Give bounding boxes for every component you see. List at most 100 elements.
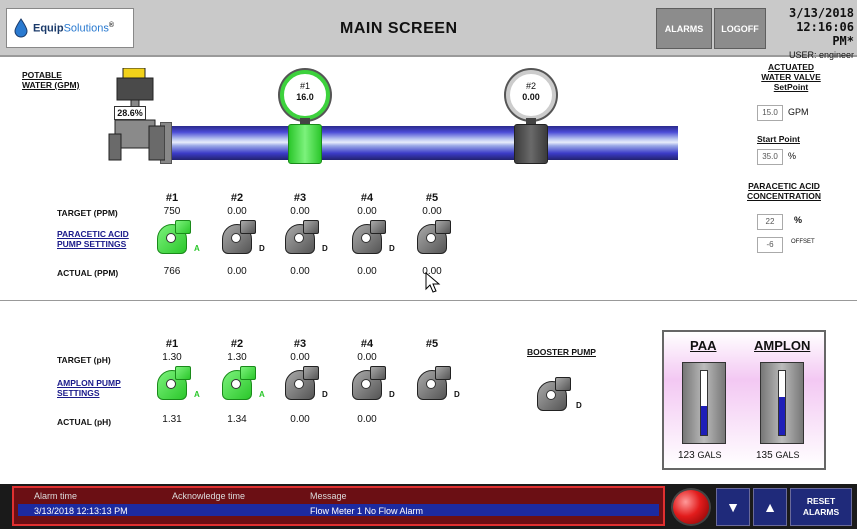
amplon-pump-4[interactable] [352,366,386,402]
alarm-col-ack: Acknowledge time [172,491,246,501]
section-divider [0,300,857,301]
actuated-valve-title: ACTUATED WATER VALVE SetPoint [746,62,836,92]
paa-pump-4-target[interactable]: 0.00 [347,206,387,217]
water-drop-icon [14,18,28,38]
paa-actual-label: ACTUAL (PPM) [57,268,119,278]
amplon-pump-2[interactable] [222,366,256,402]
amplon-pump-4-status: D [389,390,395,399]
paa-pump-settings-label[interactable]: PARACETIC ACID PUMP SETTINGS [57,229,129,249]
flow-meter-2[interactable]: #2 0.00 [506,70,556,120]
water-pipe [165,126,678,160]
paa-pump-3-number: #3 [293,192,307,204]
paa-offset-value[interactable]: -6 [757,237,783,253]
paa-pump-2-actual: 0.00 [227,266,247,277]
amplon-pump-2-number: #2 [230,338,244,350]
reset-alarms-line2: ALARMS [802,507,840,517]
amplon-pump-1[interactable] [157,366,191,402]
paa-pump-1[interactable] [157,220,191,256]
amplon-pump-3-target[interactable]: 0.00 [280,352,320,363]
setpoint-unit: GPM [788,107,809,117]
amplon-pump-4-actual: 0.00 [357,414,377,425]
amplon-pump-5[interactable] [417,366,451,402]
paa-pump-2-outlet [240,220,256,234]
paa-pump-2-target[interactable]: 0.00 [217,206,257,217]
amplon-pump-4-outlet [370,366,386,380]
paa-pump-1-number: #1 [165,192,179,204]
paa-concentration-title-line1: PARACETIC ACID [748,181,820,191]
amplon-pump-5-eye [426,379,436,389]
paa-pump-3[interactable] [285,220,319,256]
logo-text: EquipSolutions® [33,21,114,35]
booster-pump-eye [546,390,556,400]
booster-pump-outlet [555,377,571,391]
reset-alarms-button[interactable]: RESET ALARMS [790,488,852,526]
amplon-pump-1-actual: 1.31 [162,414,182,425]
logoff-button[interactable]: LOGOFF [714,8,766,49]
user-display: USER: engineer [788,50,854,60]
setpoint-input[interactable]: 15.0 [757,105,783,121]
paa-pump-5[interactable] [417,220,451,256]
paa-pump-1-outlet [175,220,191,234]
booster-pump[interactable] [537,377,571,413]
amplon-pump-4-target[interactable]: 0.00 [347,352,387,363]
paa-pump-3-actual: 0.00 [290,266,310,277]
paa-pump-4-number: #4 [360,192,374,204]
startpoint-input[interactable]: 35.0 [757,149,783,165]
scroll-down-button[interactable]: ▼ [716,488,750,526]
company-logo: EquipSolutions® [6,8,134,48]
amplon-pump-3-status: D [322,390,328,399]
paa-pump-5-eye [426,233,436,243]
paa-pump-3-target[interactable]: 0.00 [280,206,320,217]
paa-concentration-value[interactable]: 22 [757,214,783,230]
booster-pump-status: D [576,401,582,410]
header-bar: EquipSolutions® MAIN SCREEN ALARMS LOGOF… [0,0,857,60]
amplon-pump-5-number: #5 [425,338,439,350]
mouse-cursor-icon [425,272,441,293]
alarm-col-message: Message [310,491,347,501]
amplon-pump-2-target[interactable]: 1.30 [217,352,257,363]
date-display: 3/13/2018 [788,6,854,20]
paa-pump-1-target[interactable]: 750 [152,206,192,217]
tank-level-panel: PAA AMPLON 123 GALS 135 GALS [662,330,826,470]
amplon-pump-3-eye [294,379,304,389]
paa-pump-4-actual: 0.00 [357,266,377,277]
amplon-pump-2-outlet [240,366,256,380]
amplon-pump-settings-line1: AMPLON PUMP [57,378,121,388]
amplon-pump-3-actual: 0.00 [290,414,310,425]
startpoint-unit: % [788,151,797,161]
alarm-row-time: 3/13/2018 12:13:13 PM [34,506,128,516]
paa-pump-1-eye [166,233,176,243]
paa-pump-4[interactable] [352,220,386,256]
actuated-valve-title-line1: ACTUATED [767,62,815,72]
flow-meter-1[interactable]: #1 16.0 [280,70,330,120]
amplon-pump-2-status: A [259,390,265,399]
amplon-pump-1-eye [166,379,176,389]
alarm-row-message: Flow Meter 1 No Flow Alarm [310,506,424,516]
paa-tank-fill [701,406,707,435]
amplon-pump-4-eye [361,379,371,389]
paa-pump-1-actual: 766 [163,266,181,277]
amplon-tank-gauge [778,370,786,436]
amplon-pump-3-number: #3 [293,338,307,350]
alarm-indicator-light [671,488,711,526]
paa-pump-5-target[interactable]: 0.00 [412,206,452,217]
paa-pump-5-number: #5 [425,192,439,204]
valve-position-readout: 28.6% [114,106,146,120]
scroll-up-button[interactable]: ▲ [753,488,787,526]
paa-pump-2[interactable] [222,220,256,256]
paa-pump-2-eye [231,233,241,243]
reset-alarms-line1: RESET [806,496,836,506]
amplon-pump-settings-label[interactable]: AMPLON PUMP SETTINGS [57,378,121,398]
amplon-pump-1-target[interactable]: 1.30 [152,352,192,363]
page-title: MAIN SCREEN [340,20,458,37]
amplon-pump-3[interactable] [285,366,319,402]
amplon-pump-5-status: D [454,390,460,399]
flow-meter-1-value: 16.0 [296,92,314,102]
alarm-list[interactable]: Alarm time Acknowledge time Message 3/13… [12,486,665,526]
amplon-pump-1-outlet [175,366,191,380]
amplon-pump-2-actual: 1.34 [227,414,247,425]
paa-pump-4-status: D [389,244,395,253]
potable-label-line2: WATER (GPM) [22,80,80,90]
alarms-button[interactable]: ALARMS [656,8,712,49]
paa-tank-gallons: 123 GALS [678,450,722,461]
